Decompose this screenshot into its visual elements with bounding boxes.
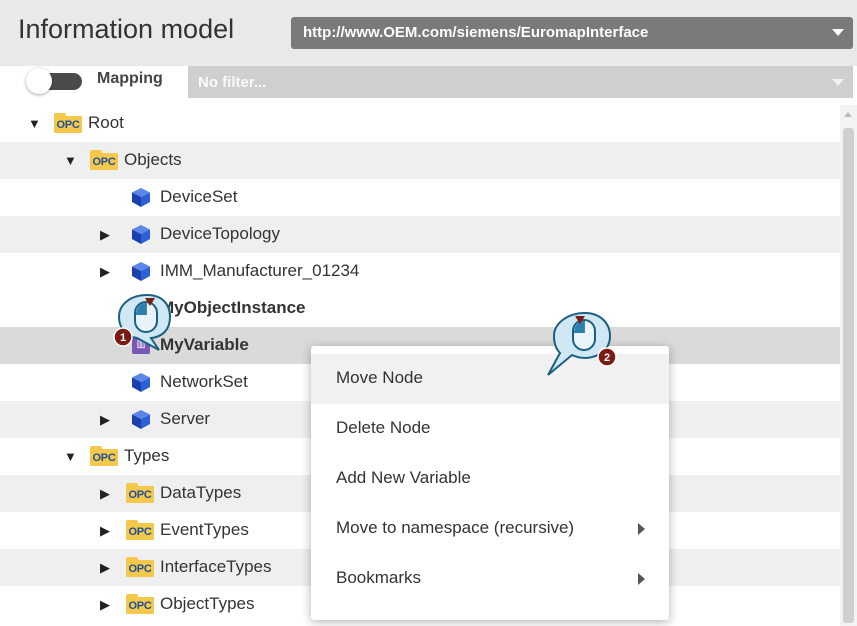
scroll-up-icon[interactable] — [844, 112, 852, 117]
tree-node-label: DeviceTopology — [160, 224, 281, 243]
chevron-down-icon — [832, 79, 844, 86]
filter-select[interactable] — [188, 66, 853, 98]
tree-node-label: NetworkSet — [160, 372, 248, 391]
tree-node-label: MyObjectInstance — [160, 298, 306, 317]
callout-number-1: 1 — [120, 332, 126, 344]
tree-scrollbar[interactable] — [840, 105, 857, 626]
expand-arrow-right-icon[interactable]: ▶ — [100, 521, 114, 541]
mouse-click-callout-1: 1 — [113, 293, 172, 351]
header-bar: Information model http://www.OEM.com/sie… — [0, 0, 857, 66]
expand-arrow-right-icon[interactable]: ▶ — [100, 410, 114, 430]
menu-item-label: Move to namespace (recursive) — [336, 518, 575, 537]
expand-arrow-down-icon[interactable]: ▼ — [64, 447, 78, 467]
menu-item-add-new-variable[interactable]: Add New Variable — [311, 454, 669, 504]
menu-item-label: Move Node — [336, 368, 423, 387]
opc-folder-icon: OPC — [126, 594, 154, 615]
tree-node[interactable]: ▼ OPC Root — [0, 105, 840, 142]
expand-arrow-down-icon[interactable]: ▼ — [28, 114, 42, 134]
object-cube-icon — [130, 408, 152, 430]
menu-item-label: Delete Node — [336, 418, 431, 437]
opc-folder-icon: OPC — [90, 446, 118, 467]
expand-arrow-right-icon[interactable]: ▶ — [100, 484, 114, 504]
tree-node-label: EventTypes — [160, 520, 249, 539]
expand-arrow-right-icon[interactable]: ▶ — [100, 225, 114, 245]
page-title: Information model — [18, 14, 235, 44]
object-cube-icon — [130, 186, 152, 208]
object-cube-icon — [130, 260, 152, 282]
object-cube-icon — [130, 371, 152, 393]
expand-arrow-right-icon[interactable]: ▶ — [100, 595, 114, 615]
expand-arrow-right-icon[interactable]: ▶ — [100, 262, 114, 282]
mouse-click-callout-2: 2 — [547, 311, 617, 376]
expand-arrow-down-icon[interactable]: ▼ — [64, 151, 78, 171]
opc-folder-icon: OPC — [126, 520, 154, 541]
opc-folder-icon: OPC — [54, 113, 82, 134]
mapping-toggle[interactable] — [24, 68, 86, 94]
tree-node-label: Types — [124, 446, 170, 465]
menu-item-delete-node[interactable]: Delete Node — [311, 404, 669, 454]
tree-node-label: Objects — [124, 150, 182, 169]
menu-item-label: Bookmarks — [336, 568, 422, 587]
opc-folder-icon: OPC — [90, 150, 118, 171]
menu-item-label: Add New Variable — [336, 468, 471, 487]
tree-node-label: Server — [160, 409, 211, 428]
scrollbar-thumb[interactable] — [843, 128, 854, 623]
namespace-select[interactable]: http://www.OEM.com/siemens/EuromapInterf… — [291, 17, 853, 49]
tree-node-label: DataTypes — [160, 483, 242, 502]
tree-node-label: IMM_Manufacturer_01234 — [160, 261, 360, 280]
object-cube-icon — [130, 223, 152, 245]
tree-node[interactable]: ▶ IMM_Manufacturer_01234 — [0, 253, 840, 290]
submenu-arrow-icon — [638, 523, 645, 535]
submenu-arrow-icon — [638, 573, 645, 585]
tree-node-label: Root — [88, 113, 124, 132]
mapping-label: Mapping — [97, 70, 163, 87]
callout-number-2: 2 — [604, 352, 610, 364]
expand-arrow-right-icon[interactable]: ▶ — [100, 558, 114, 578]
tree-node[interactable]: ▶ DeviceTopology — [0, 216, 840, 253]
tree-node-label: InterfaceTypes — [160, 557, 272, 576]
tree-node-label: ObjectTypes — [160, 594, 255, 613]
opc-folder-icon: OPC — [126, 483, 154, 504]
tree-node[interactable]: DeviceSet — [0, 179, 840, 216]
menu-item-bookmarks[interactable]: Bookmarks — [311, 554, 669, 604]
menu-item-move-to-namespace-recursive[interactable]: Move to namespace (recursive) — [311, 504, 669, 554]
tree-node-label: DeviceSet — [160, 187, 238, 206]
namespace-value: http://www.OEM.com/siemens/EuromapInterf… — [303, 24, 649, 41]
tree-node[interactable]: ▼ OPC Objects — [0, 142, 840, 179]
opc-folder-icon: OPC — [126, 557, 154, 578]
context-menu: Move Node Delete Node Add New Variable Move… — [311, 346, 669, 620]
chevron-down-icon — [832, 29, 844, 36]
filter-input[interactable] — [188, 66, 788, 98]
